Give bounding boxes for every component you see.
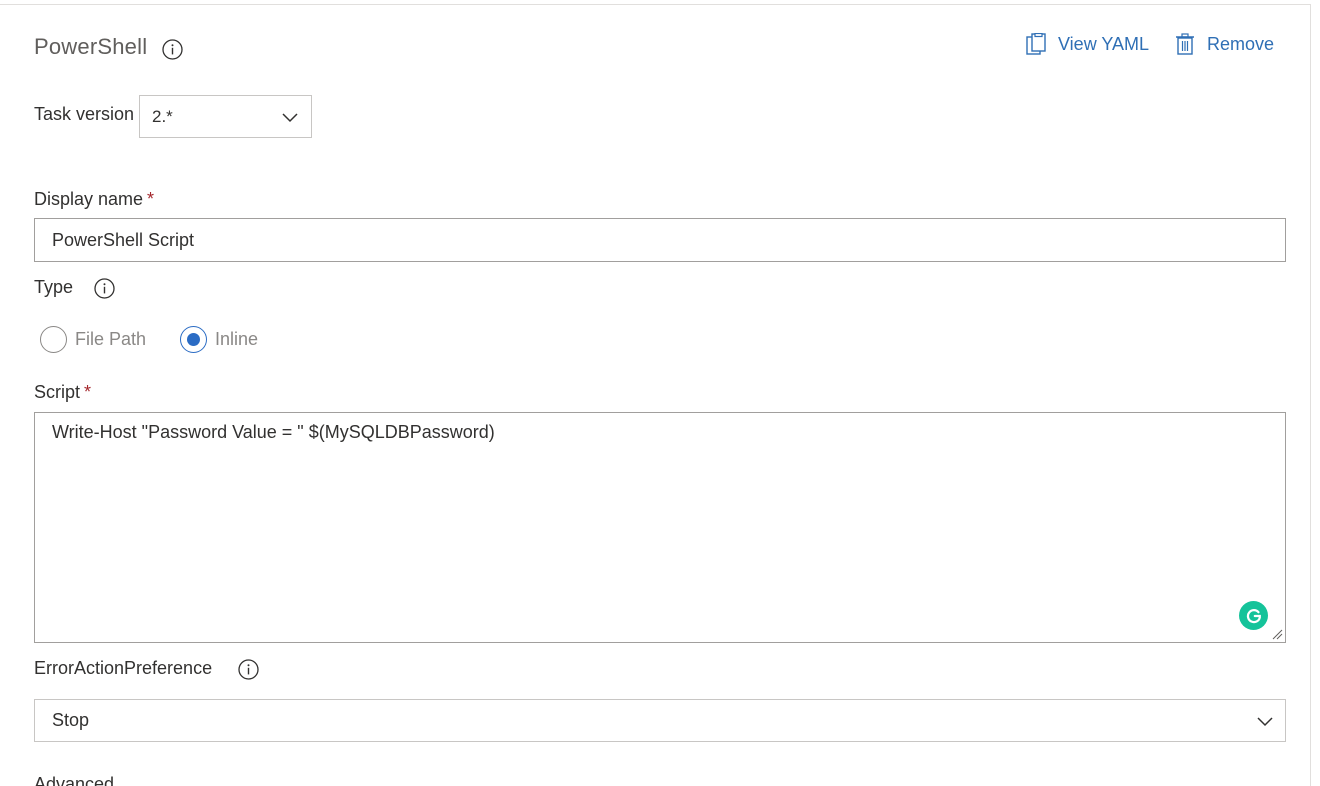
clipboard-icon bbox=[1026, 33, 1046, 55]
trash-icon bbox=[1175, 33, 1195, 55]
task-version-dropdown[interactable]: 2.* bbox=[139, 95, 312, 138]
error-action-preference-value: Stop bbox=[52, 710, 90, 730]
info-icon[interactable] bbox=[238, 659, 259, 680]
task-title: PowerShell bbox=[34, 34, 148, 59]
radio-dot bbox=[187, 333, 200, 346]
task-version-label: Task version bbox=[34, 104, 135, 124]
chevron-down-icon bbox=[281, 108, 299, 131]
remove-button[interactable]: Remove bbox=[1175, 33, 1274, 55]
grammarly-icon[interactable] bbox=[1239, 601, 1268, 630]
script-label: Script * bbox=[34, 382, 91, 403]
type-label: Type bbox=[34, 277, 74, 297]
info-icon[interactable] bbox=[94, 278, 115, 299]
info-icon[interactable] bbox=[162, 39, 183, 60]
radio-circle bbox=[40, 326, 67, 353]
script-label-text: Script bbox=[34, 382, 81, 402]
display-name-label-text: Display name bbox=[34, 189, 144, 209]
view-yaml-label: View YAML bbox=[1058, 33, 1150, 54]
display-name-input[interactable]: PowerShell Script bbox=[34, 218, 1286, 262]
advanced-section-header[interactable]: Advanced bbox=[34, 774, 114, 786]
error-action-preference-label: ErrorActionPreference bbox=[34, 658, 213, 678]
task-version-value: 2.* bbox=[152, 106, 173, 126]
required-marker: * bbox=[147, 189, 155, 209]
error-action-preference-dropdown[interactable]: Stop bbox=[34, 699, 1286, 742]
display-name-value: PowerShell Script bbox=[52, 229, 195, 250]
remove-label: Remove bbox=[1207, 33, 1275, 54]
panel-top-border bbox=[0, 4, 1310, 5]
type-option-label: Inline bbox=[215, 329, 259, 349]
type-radio-inline[interactable]: Inline bbox=[180, 326, 258, 353]
type-radio-file-path[interactable]: File Path bbox=[40, 326, 146, 353]
required-marker: * bbox=[84, 382, 92, 402]
type-option-label: File Path bbox=[75, 329, 147, 349]
chevron-down-icon bbox=[1256, 712, 1274, 735]
display-name-label: Display name * bbox=[34, 189, 154, 210]
radio-circle-selected bbox=[180, 326, 207, 353]
resize-handle-icon[interactable] bbox=[1271, 627, 1283, 645]
script-textarea[interactable]: Write-Host "Password Value = " $(MySQLDB… bbox=[34, 412, 1286, 643]
panel-right-border bbox=[1310, 4, 1311, 786]
view-yaml-button[interactable]: View YAML bbox=[1026, 33, 1149, 55]
